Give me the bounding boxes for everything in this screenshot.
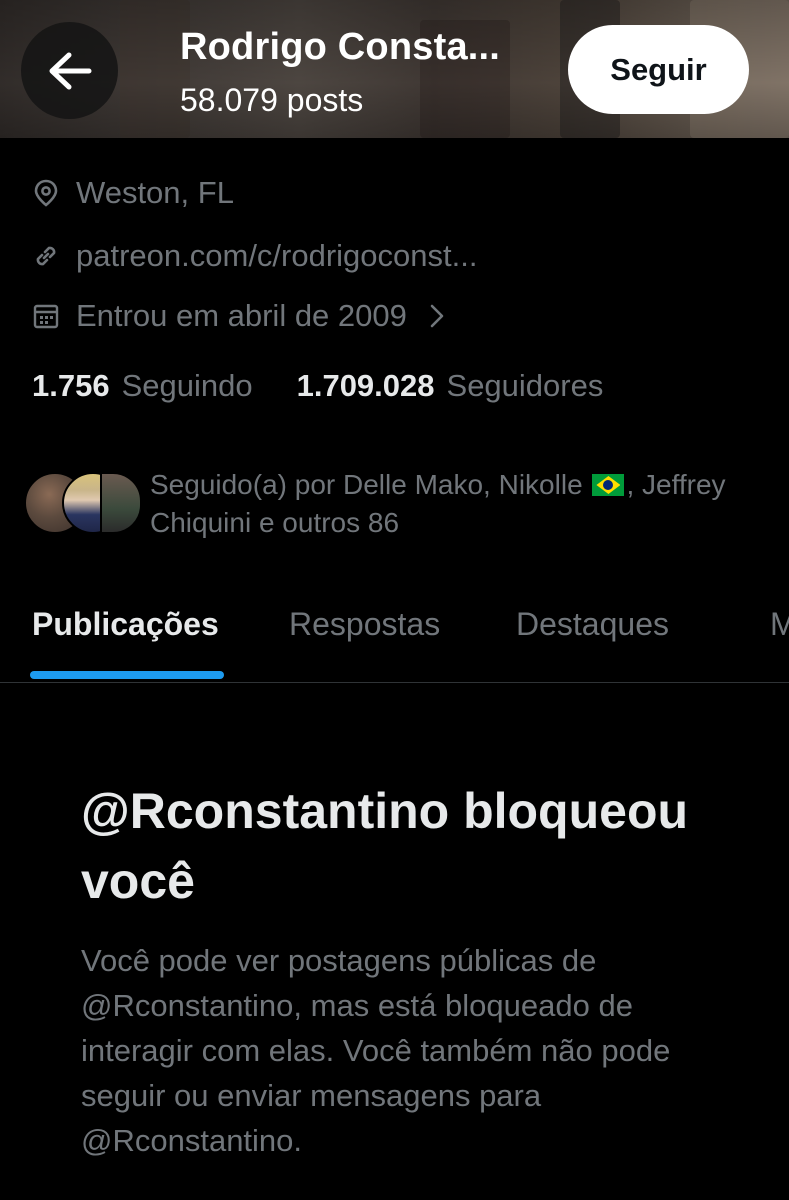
following-link[interactable]: 1.756 Seguindo — [32, 368, 253, 404]
mutual-followers-avatars[interactable] — [24, 472, 142, 534]
followed-by-text[interactable]: Seguido(a) por Delle Mako, Nikolle , Jef… — [150, 466, 770, 542]
active-tab-indicator — [30, 671, 224, 679]
profile-name: Rodrigo Consta... — [180, 26, 501, 68]
profile-tabs: Publicações Respostas Destaques M — [0, 590, 789, 683]
map-pin-icon — [32, 179, 60, 207]
website-row: patreon.com/c/rodrigoconst... — [32, 234, 477, 278]
followers-label: Seguidores — [446, 368, 604, 403]
joined-row[interactable]: Entrou em abril de 2009 — [32, 294, 445, 338]
tab-respostas[interactable]: Respostas — [289, 606, 440, 643]
brazil-flag-icon — [592, 474, 625, 496]
blocked-title: @Rconstantino bloqueou você — [81, 783, 689, 909]
following-count: 1.756 — [32, 368, 110, 403]
following-label: Seguindo — [121, 368, 253, 403]
joined-date: Entrou em abril de 2009 — [76, 298, 407, 333]
followed-by-prefix: Seguido(a) por Delle Mako, Nikolle — [150, 469, 583, 500]
chevron-right-icon — [429, 303, 445, 329]
post-count: 58.079 posts — [180, 82, 364, 118]
location-row: Weston, FL — [32, 171, 234, 215]
followers-count: 1.709.028 — [296, 368, 435, 403]
profile-header: Rodrigo Consta... 58.079 posts Seguir — [0, 0, 789, 138]
back-button[interactable] — [21, 22, 118, 119]
website-link[interactable]: patreon.com/c/rodrigoconst... — [76, 238, 477, 274]
arrow-left-icon — [47, 51, 93, 91]
link-icon — [32, 242, 60, 270]
calendar-icon — [32, 302, 60, 330]
followers-link[interactable]: 1.709.028 Seguidores — [297, 368, 604, 404]
tab-midia[interactable]: M — [770, 606, 789, 643]
avatar — [100, 472, 142, 534]
tab-publicacoes[interactable]: Publicações — [32, 606, 219, 643]
location-text: Weston, FL — [76, 175, 234, 210]
follow-counts: 1.756 Seguindo 1.709.028 Seguidores — [32, 368, 603, 404]
follow-button[interactable]: Seguir — [568, 25, 749, 114]
blocked-message: Você pode ver postagens públicas de @Rco… — [81, 943, 671, 1158]
tab-destaques[interactable]: Destaques — [516, 606, 669, 643]
